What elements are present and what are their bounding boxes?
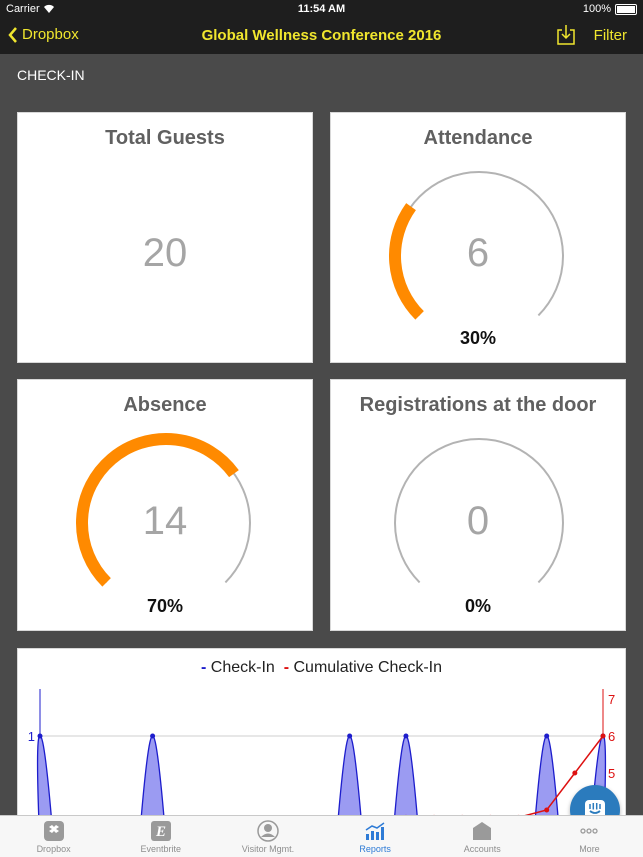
svg-text:E: E xyxy=(155,824,166,840)
battery: 100% xyxy=(583,3,637,15)
right-tick-label: 7 xyxy=(608,692,615,707)
page-title: Global Wellness Conference 2016 xyxy=(201,27,442,44)
tab-label: Eventbrite xyxy=(140,844,182,854)
checkin-chart: - Check-In - Cumulative Check-In 1765 xyxy=(17,648,626,828)
tab-label: Reports xyxy=(359,844,391,854)
checkin-point xyxy=(544,733,550,739)
tab-label: More xyxy=(579,844,600,854)
tab-label: Dropbox xyxy=(36,844,71,854)
back-button[interactable]: Dropbox xyxy=(8,26,79,43)
tab-bar: Dropbox E Eventbrite Visitor Mgmt. Repor… xyxy=(0,815,643,857)
back-label: Dropbox xyxy=(22,26,79,43)
tab-eventbrite[interactable]: E Eventbrite xyxy=(107,816,214,857)
card-value: 6 xyxy=(466,231,490,275)
tab-more[interactable]: More xyxy=(536,816,643,857)
tab-label: Accounts xyxy=(463,844,501,854)
absence-card: Absence 14 70% xyxy=(17,379,313,631)
card-percent: 0% xyxy=(464,596,491,616)
tab-accounts[interactable]: Accounts xyxy=(429,816,536,857)
checkin-point xyxy=(403,733,409,739)
battery-icon xyxy=(615,3,637,15)
right-tick-label: 6 xyxy=(608,729,615,744)
section-label: CHECK-IN xyxy=(17,67,85,83)
battery-label: 100% xyxy=(582,3,611,15)
left-tick-label: 1 xyxy=(28,729,35,744)
total-guests-card: Total Guests 20 xyxy=(17,112,313,363)
status-time: 11:54 AM xyxy=(297,3,346,15)
download-icon xyxy=(557,25,575,45)
card-percent: 30% xyxy=(459,328,497,348)
filter-button[interactable]: Filter xyxy=(594,27,627,44)
right-tick-label: 5 xyxy=(608,766,615,781)
card-title: Total Guests xyxy=(105,127,225,149)
tab-label: Visitor Mgmt. xyxy=(241,844,295,854)
eventbrite-icon: E xyxy=(150,821,171,841)
checkin-point xyxy=(347,733,353,739)
attendance-card: Attendance 6 30% xyxy=(330,112,626,363)
chevron-left-icon xyxy=(8,26,17,43)
status-bar: Carrier 11:54 AM 100% xyxy=(0,0,643,18)
tab-dropbox[interactable]: Dropbox xyxy=(0,816,107,857)
card-percent: 70% xyxy=(146,596,184,616)
checkin-point xyxy=(150,733,156,739)
visitor-icon xyxy=(257,820,279,842)
tab-reports[interactable]: Reports xyxy=(322,816,429,857)
more-icon xyxy=(580,828,599,834)
cumulative-point xyxy=(572,770,578,776)
card-value: 14 xyxy=(142,499,188,543)
checkin-point xyxy=(37,733,43,739)
cumulative-point xyxy=(544,807,550,813)
cumulative-point xyxy=(600,733,606,739)
registrations-card: Registrations at the door 0 0% xyxy=(330,379,626,631)
card-value: 0 xyxy=(466,499,490,543)
reports-icon xyxy=(365,822,385,840)
accounts-icon xyxy=(473,822,492,840)
navigation-bar: Dropbox Global Wellness Conference 2016 … xyxy=(0,18,643,54)
tab-visitor-mgmt[interactable]: Visitor Mgmt. xyxy=(214,816,321,857)
card-value: 20 xyxy=(142,231,188,275)
download-button[interactable] xyxy=(556,24,576,51)
dropbox-icon xyxy=(43,821,64,841)
chart-plot: 1765 xyxy=(28,689,615,827)
